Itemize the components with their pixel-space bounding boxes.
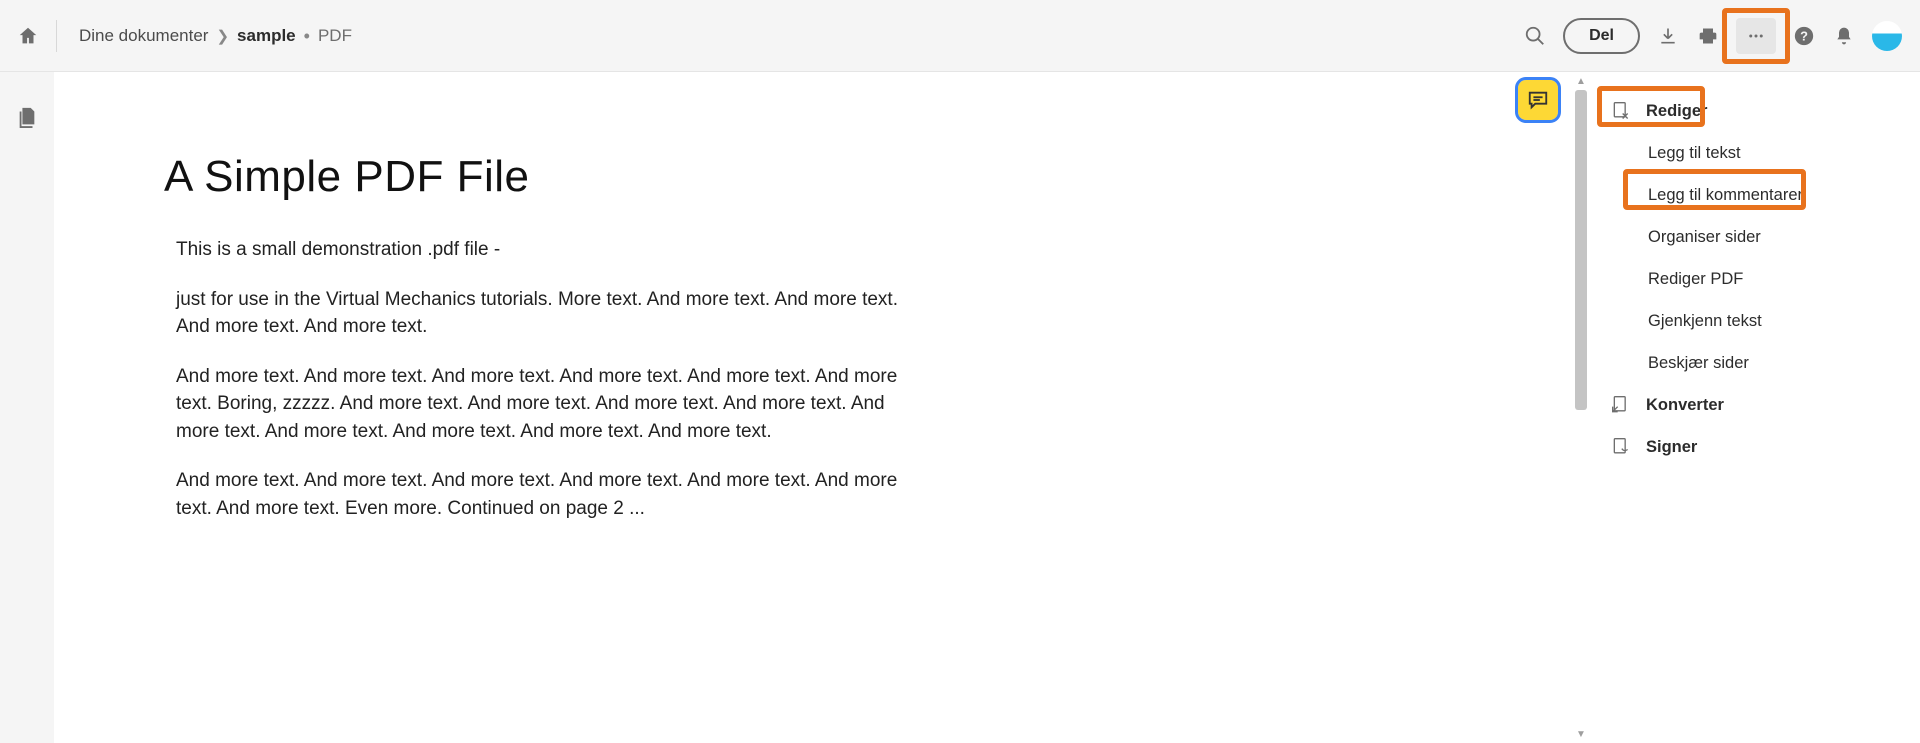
panel-gjenkjenn-tekst[interactable]: Gjenkjenn tekst xyxy=(1606,300,1904,342)
breadcrumb: Dine dokumenter ❯ sample • PDF xyxy=(79,26,352,46)
ellipsis-icon xyxy=(1747,27,1765,45)
panel-signer[interactable]: Signer xyxy=(1606,426,1904,468)
breadcrumb-filetype: PDF xyxy=(318,26,352,46)
left-rail xyxy=(0,72,54,743)
panel-rediger-pdf[interactable]: Rediger PDF xyxy=(1606,258,1904,300)
panel-item-label: Gjenkjenn tekst xyxy=(1648,312,1762,331)
share-button[interactable]: Del xyxy=(1563,18,1640,54)
home-button[interactable] xyxy=(14,22,42,50)
user-avatar[interactable] xyxy=(1872,21,1902,51)
main-area: A Simple PDF File This is a small demons… xyxy=(0,72,1920,743)
panel-konverter[interactable]: Konverter xyxy=(1606,384,1904,426)
document-body: This is a small demonstration .pdf file … xyxy=(164,236,924,522)
comment-icon xyxy=(1527,89,1549,111)
more-menu-wrap xyxy=(1736,18,1776,54)
paragraph: And more text. And more text. And more t… xyxy=(176,467,924,522)
chevron-right-icon: ❯ xyxy=(216,27,229,45)
vertical-scrollbar[interactable]: ▲ ▼ xyxy=(1572,72,1590,743)
add-comment-button[interactable] xyxy=(1518,80,1558,120)
panel-item-label: Legg til kommentarer xyxy=(1648,186,1803,205)
divider xyxy=(56,20,57,52)
document-page: A Simple PDF File This is a small demons… xyxy=(54,72,1154,522)
panel-item-label: Beskjær sider xyxy=(1648,354,1749,373)
separator-dot: • xyxy=(304,27,310,45)
tools-panel: Rediger Legg til tekst Legg til kommenta… xyxy=(1590,72,1920,743)
scroll-thumb[interactable] xyxy=(1575,90,1587,410)
document-viewer: A Simple PDF File This is a small demons… xyxy=(54,72,1590,743)
panel-item-label: Signer xyxy=(1646,438,1697,457)
download-button[interactable] xyxy=(1648,16,1688,56)
convert-icon xyxy=(1610,394,1632,416)
panel-beskjaer-sider[interactable]: Beskjær sider xyxy=(1606,342,1904,384)
notifications-button[interactable] xyxy=(1824,16,1864,56)
print-icon xyxy=(1698,26,1718,46)
home-icon xyxy=(17,25,39,47)
panel-rediger[interactable]: Rediger xyxy=(1606,90,1904,132)
bell-icon xyxy=(1834,26,1854,46)
share-label: Del xyxy=(1589,27,1614,45)
more-options-button[interactable] xyxy=(1736,18,1776,54)
scroll-track[interactable] xyxy=(1572,90,1590,725)
search-icon xyxy=(1524,25,1546,47)
panel-item-label: Rediger PDF xyxy=(1648,270,1743,289)
scroll-down-arrow[interactable]: ▼ xyxy=(1572,725,1590,743)
panel-item-label: Konverter xyxy=(1646,396,1724,415)
top-toolbar: Dine dokumenter ❯ sample • PDF Del ? xyxy=(0,0,1920,72)
search-button[interactable] xyxy=(1515,16,1555,56)
help-button[interactable]: ? xyxy=(1784,16,1824,56)
panel-legg-til-kommentarer[interactable]: Legg til kommentarer xyxy=(1606,174,1904,216)
panel-item-label: Organiser sider xyxy=(1648,228,1761,247)
documents-icon xyxy=(16,106,38,128)
sign-icon xyxy=(1610,436,1632,458)
breadcrumb-current: sample xyxy=(237,26,296,46)
paragraph: And more text. And more text. And more t… xyxy=(176,363,924,446)
svg-text:?: ? xyxy=(1800,28,1808,43)
documents-rail-button[interactable] xyxy=(16,106,38,128)
edit-pdf-icon xyxy=(1610,100,1632,122)
paragraph: just for use in the Virtual Mechanics tu… xyxy=(176,286,924,341)
document-title: A Simple PDF File xyxy=(164,152,1044,202)
paragraph: This is a small demonstration .pdf file … xyxy=(176,236,924,264)
help-icon: ? xyxy=(1793,25,1815,47)
print-button[interactable] xyxy=(1688,16,1728,56)
download-icon xyxy=(1658,26,1678,46)
scroll-up-arrow[interactable]: ▲ xyxy=(1572,72,1590,90)
panel-item-label: Legg til tekst xyxy=(1648,144,1741,163)
panel-item-label: Rediger xyxy=(1646,102,1707,121)
panel-organiser-sider[interactable]: Organiser sider xyxy=(1606,216,1904,258)
panel-legg-til-tekst[interactable]: Legg til tekst xyxy=(1606,132,1904,174)
breadcrumb-root[interactable]: Dine dokumenter xyxy=(79,26,208,46)
